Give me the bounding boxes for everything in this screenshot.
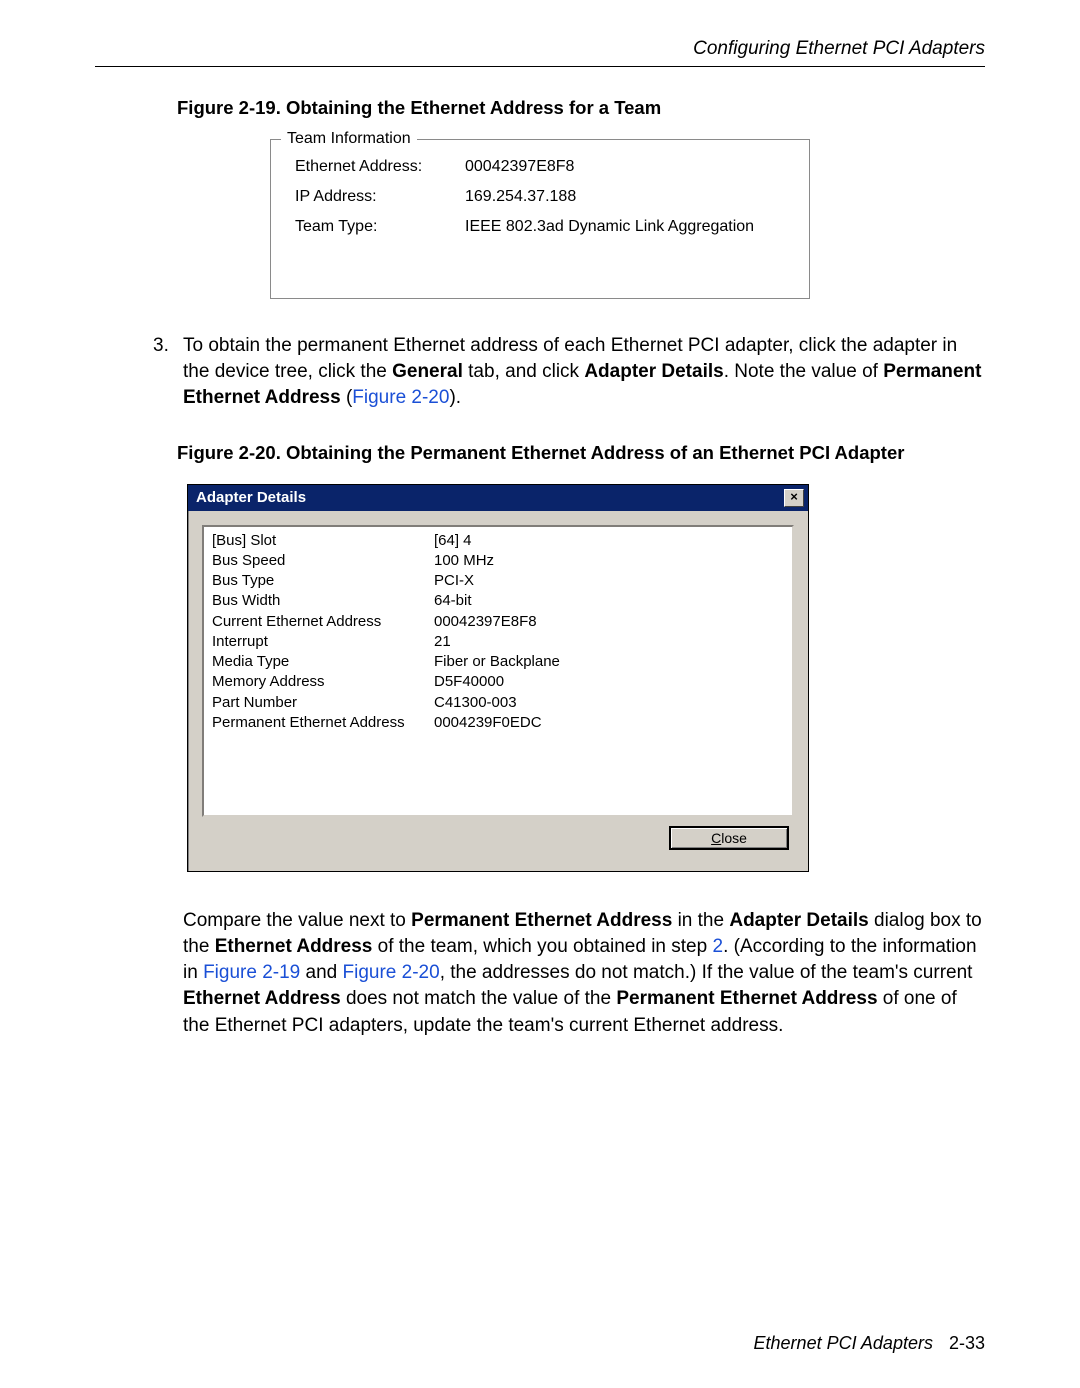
list-item: [Bus] Slot[64] 4 (212, 531, 784, 551)
figure-2-19-caption: Figure 2-19. Obtaining the Ethernet Addr… (177, 97, 985, 119)
link-figure-2-20[interactable]: Figure 2-20 (352, 387, 449, 408)
footer-page-number: 2-33 (949, 1333, 985, 1353)
value: 169.254.37.188 (465, 188, 789, 206)
step-number: 3. (153, 333, 183, 412)
list-item: Current Ethernet Address00042397E8F8 (212, 612, 784, 632)
adapter-details-dialog: Adapter Details × [Bus] Slot[64] 4 Bus S… (187, 484, 809, 872)
list-item: Interrupt21 (212, 632, 784, 652)
step-3: 3. To obtain the permanent Ethernet addr… (153, 333, 985, 412)
label: Ethernet Address: (295, 158, 465, 176)
figure-2-20-caption: Figure 2-20. Obtaining the Permanent Eth… (177, 442, 985, 464)
list-item: Memory AddressD5F40000 (212, 672, 784, 692)
label: Team Type: (295, 218, 465, 236)
list-item: Media TypeFiber or Backplane (212, 652, 784, 672)
list-item: Bus Width64-bit (212, 591, 784, 611)
team-information-panel: Team Information Ethernet Address: 00042… (270, 139, 810, 299)
close-icon[interactable]: × (784, 489, 804, 507)
value: 00042397E8F8 (465, 158, 789, 176)
link-step-2[interactable]: 2 (712, 936, 723, 957)
page-header: Configuring Ethernet PCI Adapters (95, 38, 985, 67)
section-title: Configuring Ethernet PCI Adapters (95, 38, 985, 60)
step-text: To obtain the permanent Ethernet address… (183, 333, 985, 412)
link-figure-2-20[interactable]: Figure 2-20 (343, 962, 440, 983)
close-button[interactable]: Close (670, 827, 788, 849)
footer-book-title: Ethernet PCI Adapters (754, 1333, 933, 1353)
team-row-team-type: Team Type: IEEE 802.3ad Dynamic Link Agg… (295, 218, 789, 236)
list-item: Part NumberC41300-003 (212, 693, 784, 713)
team-row-ip-address: IP Address: 169.254.37.188 (295, 188, 789, 206)
label: IP Address: (295, 188, 465, 206)
value: IEEE 802.3ad Dynamic Link Aggregation (465, 218, 789, 236)
list-item: Permanent Ethernet Address0004239F0EDC (212, 713, 784, 733)
compare-paragraph: Compare the value next to Permanent Ethe… (183, 908, 985, 1039)
list-item: Bus TypePCI-X (212, 571, 784, 591)
dialog-titlebar: Adapter Details × (188, 485, 808, 511)
page-footer: Ethernet PCI Adapters 2-33 (754, 1333, 985, 1354)
team-row-ethernet-address: Ethernet Address: 00042397E8F8 (295, 158, 789, 176)
dialog-title: Adapter Details (196, 489, 306, 506)
link-figure-2-19[interactable]: Figure 2-19 (203, 962, 300, 983)
adapter-details-list[interactable]: [Bus] Slot[64] 4 Bus Speed100 MHz Bus Ty… (202, 525, 794, 817)
list-item: Bus Speed100 MHz (212, 551, 784, 571)
team-info-legend: Team Information (281, 130, 417, 148)
